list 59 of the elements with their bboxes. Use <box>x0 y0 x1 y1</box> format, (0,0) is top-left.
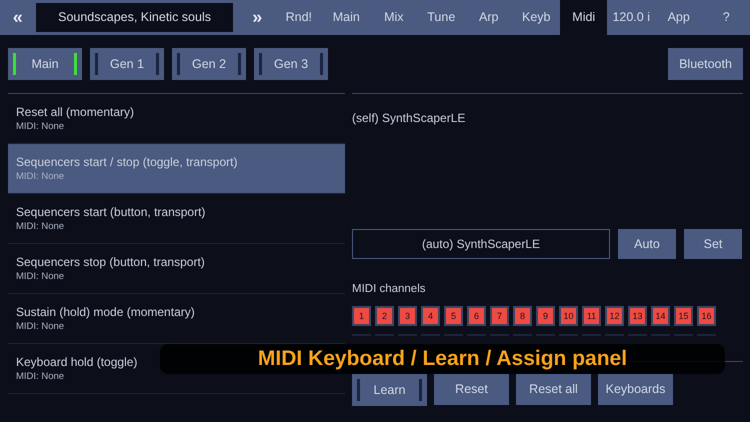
channel-toggle[interactable]: 8 <box>513 306 532 326</box>
assignment-row[interactable]: Sequencers start / stop (toggle, transport) MIDI: None <box>8 144 345 194</box>
tab[interactable]: ? <box>702 0 750 35</box>
panel-button[interactable]: Keyboards <box>598 374 673 406</box>
channel-toggle[interactable]: 5 <box>444 306 463 326</box>
channel-toggle[interactable]: 3 <box>398 306 417 326</box>
section-button[interactable]: Gen 1 <box>90 48 164 80</box>
channel-toggle[interactable]: 6 <box>467 306 486 326</box>
channel-toggle[interactable]: 12 <box>605 306 624 326</box>
tab[interactable]: Tune <box>418 0 466 35</box>
port-button[interactable]: Auto <box>618 229 676 259</box>
channel-toggle[interactable]: 11 <box>582 306 601 326</box>
assignment-title: Sustain (hold) mode (momentary) <box>16 304 195 320</box>
channel-toggle[interactable]: 4 <box>421 306 440 326</box>
tab[interactable]: 120.0 i <box>607 0 655 35</box>
channel-toggle[interactable]: 16 <box>697 306 716 326</box>
tab[interactable]: Main <box>322 0 370 35</box>
assignment-title: Sequencers start / stop (toggle, transport) <box>16 154 238 170</box>
panel-button[interactable]: Reset all <box>516 374 591 406</box>
tab[interactable]: Rnd! <box>275 0 323 35</box>
assignment-title: Sequencers start (button, transport) <box>16 204 206 220</box>
tab[interactable]: Arp <box>465 0 513 35</box>
channel-toggle[interactable]: 14 <box>651 306 670 326</box>
preset-name[interactable]: Soundscapes, Kinetic souls <box>36 3 234 32</box>
midi-mapping: MIDI: None <box>16 171 66 183</box>
section-button[interactable]: Main <box>8 48 82 80</box>
channel-toggle[interactable]: 7 <box>490 306 509 326</box>
panel-button[interactable]: Reset <box>434 374 509 406</box>
learn-button[interactable]: Learn <box>352 374 427 406</box>
channel-toggle[interactable]: 13 <box>628 306 647 326</box>
section-button[interactable]: Gen 2 <box>172 48 246 80</box>
tab[interactable]: App <box>654 0 702 35</box>
channels-label: MIDI channels <box>352 282 427 297</box>
assignment-title: Sequencers stop (button, transport) <box>16 254 205 270</box>
port-field[interactable]: (auto) SynthScaperLE <box>352 229 610 259</box>
midi-mapping: MIDI: None <box>16 371 66 383</box>
channel-toggle[interactable]: 15 <box>674 306 693 326</box>
caption-toast: MIDI Keyboard / Learn / Assign panel <box>160 344 725 374</box>
midi-mapping: MIDI: None <box>16 271 66 283</box>
channel-toggle[interactable]: 9 <box>536 306 555 326</box>
device-name: (self) SynthScaperLE <box>352 110 466 127</box>
channel-toggle[interactable]: 10 <box>559 306 578 326</box>
assignment-title: Reset all (momentary) <box>16 104 134 120</box>
tab[interactable]: Keyb <box>512 0 560 35</box>
tab[interactable]: Midi <box>560 0 608 35</box>
section-button[interactable]: Gen 3 <box>254 48 328 80</box>
channel-toggle[interactable]: 2 <box>375 306 394 326</box>
channel-toggle[interactable]: 1 <box>352 306 371 326</box>
assignment-row[interactable]: Sequencers start (button, transport) MIDI: None <box>8 194 345 244</box>
midi-mapping: MIDI: None <box>16 321 66 333</box>
midi-mapping: MIDI: None <box>16 221 66 233</box>
assignment-title: Keyboard hold (toggle) <box>16 354 138 370</box>
next-button[interactable]: » <box>239 0 276 35</box>
midi-mapping: MIDI: None <box>16 121 66 133</box>
bluetooth-button[interactable]: Bluetooth <box>668 48 743 80</box>
port-button[interactable]: Set <box>684 229 742 259</box>
previous-button[interactable]: « <box>0 0 36 35</box>
assignment-row[interactable]: Sequencers stop (button, transport) MIDI: None <box>8 244 345 294</box>
tab[interactable]: Mix <box>370 0 418 35</box>
